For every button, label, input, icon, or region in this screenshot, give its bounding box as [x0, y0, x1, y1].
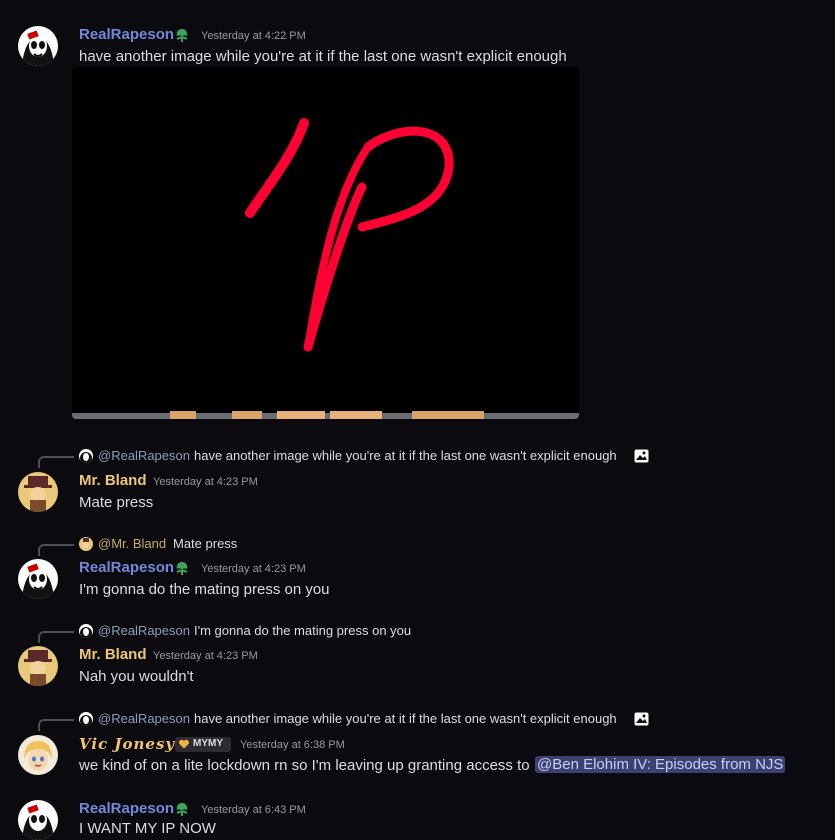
reply-username: @RealRapeson — [98, 623, 190, 638]
avatar-mr-bland[interactable] — [18, 646, 58, 686]
timestamp[interactable]: Yesterday at 4:23 PM — [201, 563, 306, 575]
username[interactable]: RealRapeson — [79, 26, 174, 43]
message-text: I WANT MY IP NOW — [79, 820, 216, 837]
reply-spine — [38, 456, 74, 468]
timestamp[interactable]: Yesterday at 6:38 PM — [240, 739, 345, 751]
timestamp[interactable]: Yesterday at 4:22 PM — [201, 30, 306, 42]
image-attachment-icon — [634, 712, 649, 726]
reply-username: @RealRapeson — [98, 448, 190, 463]
reply-username: @RealRapeson — [98, 711, 190, 726]
avatar-realrapeson[interactable] — [18, 559, 58, 599]
channel-mention[interactable]: @Ben Elohim IV: Episodes from NJS — [535, 756, 786, 773]
username[interactable]: RealRapeson — [79, 800, 174, 817]
green-leaf-badge-icon[interactable] — [174, 560, 190, 576]
username[interactable]: RealRapeson — [79, 559, 174, 576]
message-text: we kind of on a lite lockdown rn so I'm … — [79, 757, 530, 774]
username[interactable]: Mr. Bland — [79, 646, 147, 663]
reply-text: I'm gonna do the mating press on you — [194, 623, 412, 638]
guild-tag-label: MYMY — [193, 738, 223, 749]
reply-spine — [38, 631, 74, 643]
timestamp[interactable]: Yesterday at 6:43 PM — [201, 804, 306, 816]
avatar-realrapeson[interactable] — [18, 800, 58, 840]
reply-avatar — [79, 449, 93, 463]
reply-text: have another image while you're at it if… — [194, 711, 617, 726]
reply-text: Mate press — [173, 536, 238, 551]
reply-text: have another image while you're at it if… — [194, 448, 617, 463]
guild-tag[interactable]: MYMY — [175, 737, 231, 752]
heart-tag-icon — [178, 738, 190, 753]
green-leaf-badge-icon[interactable] — [174, 27, 190, 43]
avatar-mr-bland[interactable] — [18, 472, 58, 512]
username[interactable]: Mr. Bland — [79, 472, 147, 489]
image-attachment[interactable] — [72, 67, 579, 419]
timestamp[interactable]: Yesterday at 4:23 PM — [153, 650, 258, 662]
message-text: have another image while you're at it if… — [79, 48, 567, 65]
reply-avatar — [79, 537, 93, 551]
image-attachment-icon — [634, 449, 649, 463]
drawing-image — [72, 67, 579, 419]
reply-avatar — [79, 624, 93, 638]
reply-avatar — [79, 712, 93, 726]
reply-spine — [38, 719, 74, 731]
message-text: Nah you wouldn't — [79, 668, 194, 685]
message-text: I'm gonna do the mating press on you — [79, 581, 330, 598]
timestamp[interactable]: Yesterday at 4:23 PM — [153, 476, 258, 488]
reply-spine — [38, 544, 74, 556]
message-text: Mate press — [79, 494, 154, 511]
avatar-vic-jonesy[interactable] — [18, 735, 58, 775]
username[interactable]: Vic Jonesy — [79, 735, 175, 753]
green-leaf-badge-icon[interactable] — [174, 801, 190, 817]
avatar-realrapeson[interactable] — [18, 26, 58, 66]
reply-username: @Mr. Bland — [98, 536, 167, 551]
